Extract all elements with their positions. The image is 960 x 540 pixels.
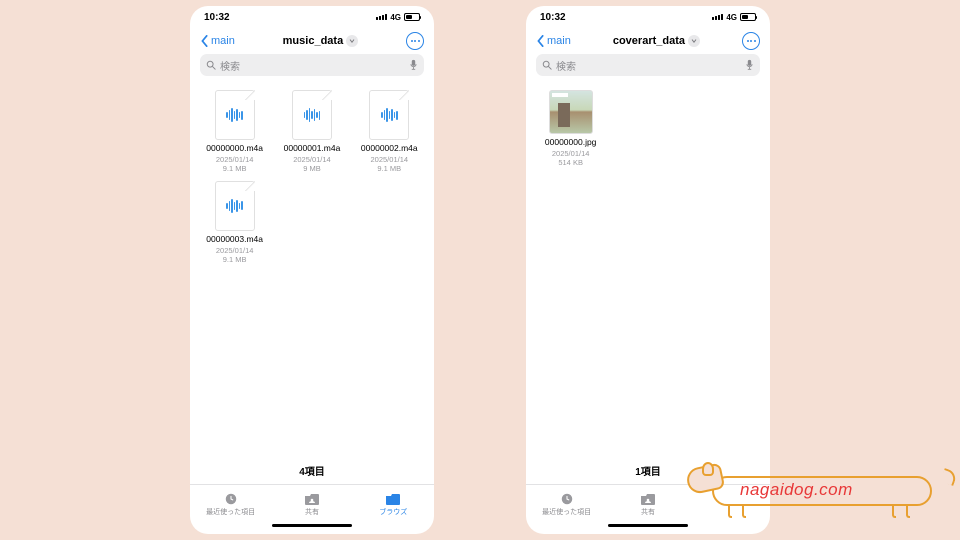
- mic-icon[interactable]: [409, 59, 418, 71]
- tab-bar: 最近使った項目 共有 ブラウズ: [190, 484, 434, 524]
- title-wrap[interactable]: music_data: [283, 35, 359, 47]
- image-thumbnail: [549, 90, 593, 134]
- battery-icon: [740, 13, 756, 21]
- tab-label: 最近使った項目: [206, 507, 255, 517]
- file-date: 2025/01/14: [293, 155, 331, 164]
- file-size: 9 MB: [303, 164, 321, 173]
- file-date: 2025/01/14: [216, 155, 254, 164]
- title-wrap[interactable]: coverart_data: [613, 35, 700, 47]
- file-item[interactable]: 00000000.jpg 2025/01/14 514 KB: [532, 90, 609, 167]
- network-label: 4G: [726, 13, 737, 22]
- folder-share-icon: [640, 492, 656, 506]
- search-input[interactable]: 検索: [200, 54, 424, 76]
- tab-shared[interactable]: 共有: [271, 485, 352, 524]
- phone-screenshot-left: 10:32 4G main music_data 検索 00: [190, 6, 434, 534]
- search-icon: [206, 60, 216, 70]
- more-button[interactable]: [742, 32, 760, 50]
- ellipsis-icon: [747, 40, 756, 42]
- file-name: 00000000.m4a: [206, 144, 263, 154]
- back-label: main: [211, 35, 235, 47]
- status-time: 10:32: [540, 12, 566, 23]
- search-placeholder: 検索: [556, 58, 741, 73]
- status-bar: 10:32 4G: [190, 6, 434, 28]
- file-name: 00000000.jpg: [545, 138, 597, 148]
- search-row: 検索: [526, 54, 770, 82]
- file-size: 9.1 MB: [223, 164, 247, 173]
- status-right: 4G: [376, 13, 420, 22]
- status-time: 10:32: [204, 12, 230, 23]
- search-input[interactable]: 検索: [536, 54, 760, 76]
- file-name: 00000001.m4a: [284, 144, 341, 154]
- back-button[interactable]: main: [536, 35, 571, 47]
- tab-shared[interactable]: 共有: [607, 485, 688, 524]
- chevron-left-icon: [200, 35, 210, 47]
- folder-share-icon: [304, 492, 320, 506]
- search-placeholder: 検索: [220, 58, 405, 73]
- file-grid: 00000000.m4a 2025/01/14 9.1 MB 00000001.…: [190, 82, 434, 459]
- chevron-down-icon: [688, 35, 700, 47]
- audio-file-icon: [292, 90, 332, 140]
- back-label: main: [547, 35, 571, 47]
- nav-bar: main coverart_data: [526, 28, 770, 54]
- dog-logo: nagaidog.com: [692, 468, 952, 518]
- file-size: 514 KB: [558, 158, 583, 167]
- tab-browse[interactable]: ブラウズ: [353, 485, 434, 524]
- file-size: 9.1 MB: [223, 255, 247, 264]
- status-bar: 10:32 4G: [526, 6, 770, 28]
- file-item[interactable]: 00000001.m4a 2025/01/14 9 MB: [273, 90, 350, 173]
- file-name: 00000003.m4a: [206, 235, 263, 245]
- ellipsis-icon: [411, 40, 420, 42]
- clock-icon: [559, 492, 575, 506]
- folder-title: music_data: [283, 35, 344, 47]
- audio-file-icon: [215, 90, 255, 140]
- search-row: 検索: [190, 54, 434, 82]
- tab-label: 最近使った項目: [542, 507, 591, 517]
- file-date: 2025/01/14: [371, 155, 409, 164]
- network-label: 4G: [390, 13, 401, 22]
- clock-icon: [223, 492, 239, 506]
- file-grid: 00000000.jpg 2025/01/14 514 KB: [526, 82, 770, 459]
- more-button[interactable]: [406, 32, 424, 50]
- file-name: 00000002.m4a: [361, 144, 418, 154]
- tab-label: 共有: [305, 507, 319, 517]
- chevron-down-icon: [346, 35, 358, 47]
- watermark-text: nagaidog.com: [740, 480, 853, 500]
- back-button[interactable]: main: [200, 35, 235, 47]
- status-right: 4G: [712, 13, 756, 22]
- folder-title: coverart_data: [613, 35, 685, 47]
- folder-icon: [385, 492, 401, 506]
- audio-file-icon: [215, 181, 255, 231]
- home-indicator[interactable]: [526, 524, 770, 534]
- home-indicator[interactable]: [190, 524, 434, 534]
- mic-icon[interactable]: [745, 59, 754, 71]
- file-item[interactable]: 00000002.m4a 2025/01/14 9.1 MB: [351, 90, 428, 173]
- tab-label: 共有: [641, 507, 655, 517]
- phone-screenshot-right: 10:32 4G main coverart_data 検索: [526, 6, 770, 534]
- file-size: 9.1 MB: [377, 164, 401, 173]
- tab-recents[interactable]: 最近使った項目: [190, 485, 271, 524]
- tab-label: ブラウズ: [379, 507, 407, 517]
- file-item[interactable]: 00000000.m4a 2025/01/14 9.1 MB: [196, 90, 273, 173]
- search-icon: [542, 60, 552, 70]
- file-item[interactable]: 00000003.m4a 2025/01/14 9.1 MB: [196, 181, 273, 264]
- audio-file-icon: [369, 90, 409, 140]
- file-date: 2025/01/14: [552, 149, 590, 158]
- nav-bar: main music_data: [190, 28, 434, 54]
- tab-recents[interactable]: 最近使った項目: [526, 485, 607, 524]
- signal-icon: [376, 14, 387, 20]
- item-count: 4項目: [190, 459, 434, 484]
- chevron-left-icon: [536, 35, 546, 47]
- battery-icon: [404, 13, 420, 21]
- watermark: nagaidog.com: [692, 468, 952, 518]
- signal-icon: [712, 14, 723, 20]
- file-date: 2025/01/14: [216, 246, 254, 255]
